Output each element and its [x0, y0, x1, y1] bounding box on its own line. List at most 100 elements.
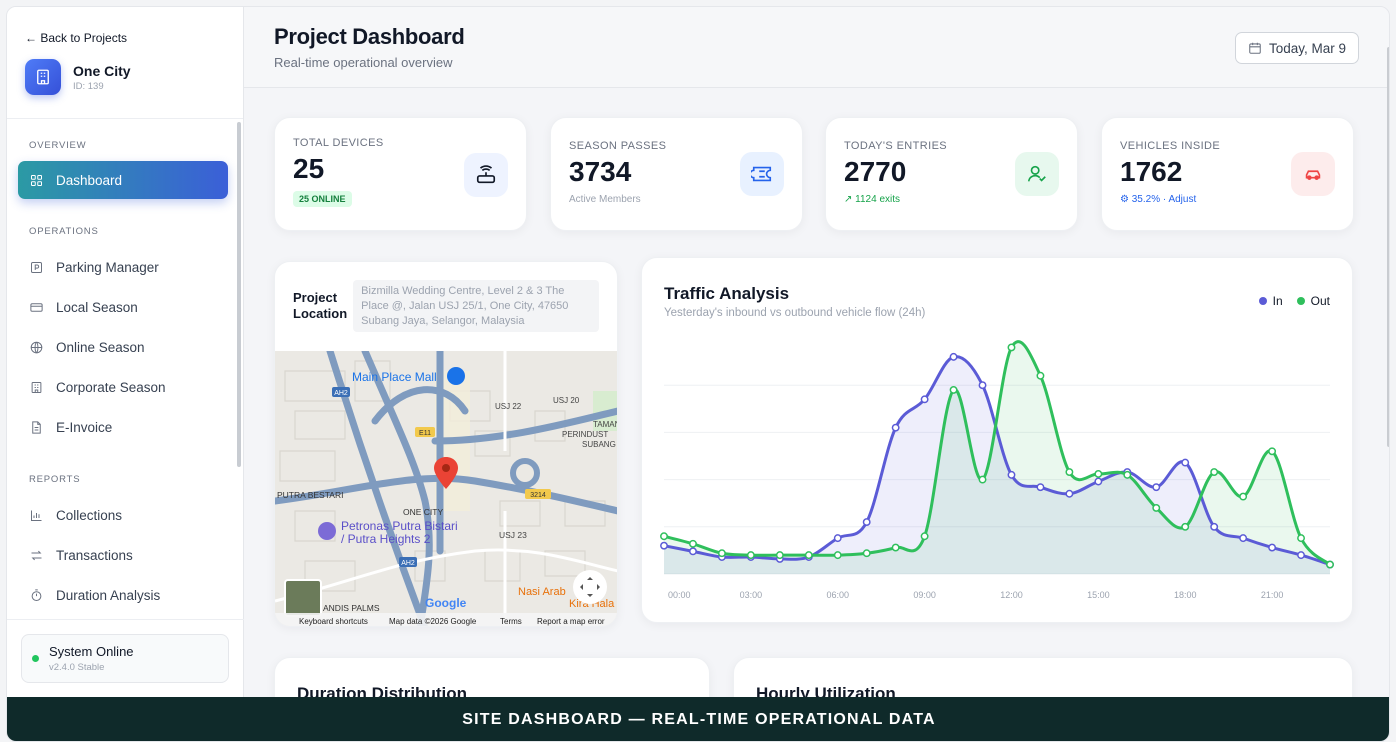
data-point-out[interactable] — [804, 551, 813, 560]
back-to-projects-link[interactable]: ← Back to Projects — [25, 31, 243, 45]
map-label-e11: E11 — [419, 430, 431, 437]
data-point-out[interactable] — [746, 551, 755, 560]
stat-card-total-devices: TOTAL DEVICES 25 25 ONLINE — [274, 117, 527, 231]
data-point-out[interactable] — [689, 539, 697, 548]
map-canvas: AH2 E11 3214 AH2 Main Place Mall USJ 22 … — [275, 351, 618, 626]
stopwatch-icon — [31, 588, 42, 601]
data-point-out[interactable] — [1210, 468, 1219, 476]
map-label-subang: SUBANG — [582, 440, 616, 449]
data-point-in[interactable] — [1065, 489, 1074, 498]
data-point-in[interactable] — [1297, 551, 1305, 560]
data-point-in[interactable] — [1094, 477, 1103, 486]
location-label: Project Location — [293, 290, 348, 321]
data-point-in[interactable] — [862, 518, 871, 527]
page-title: Project Dashboard — [274, 24, 465, 49]
sidebar-item-local-season[interactable]: Local Season — [18, 288, 228, 326]
sidebar-item-corporate-season[interactable]: Corporate Season — [18, 368, 228, 406]
map-label-perindust: PERINDUST — [562, 430, 608, 439]
card-icon — [30, 302, 43, 312]
sidebar-footer: System Online v2.4.0 Stable — [7, 619, 244, 697]
grid-icon — [31, 174, 42, 186]
page-scrollbar[interactable] — [1387, 47, 1389, 447]
data-point-out[interactable] — [1094, 469, 1103, 478]
sidebar-item-transactions[interactable]: Transactions — [18, 536, 228, 574]
data-point-out[interactable] — [1326, 560, 1334, 569]
sidebar-item-online-season[interactable]: Online Season — [18, 328, 228, 366]
stat-label: SEASON PASSES — [569, 140, 667, 152]
data-point-in[interactable] — [833, 534, 842, 543]
data-point-out[interactable] — [660, 532, 668, 541]
sidebar-item-parking-manager[interactable]: Parking Manager — [18, 248, 228, 286]
google-logo: Google — [425, 596, 467, 610]
data-point-in[interactable] — [1152, 483, 1161, 492]
data-point-in[interactable] — [1239, 534, 1248, 543]
data-point-in[interactable] — [1268, 543, 1277, 552]
data-point-out[interactable] — [1181, 522, 1190, 531]
map-label-nasi: Nasi Arab — [518, 586, 566, 598]
sidebar-item-label: Online Season — [56, 339, 145, 355]
map-data-credit: Map data ©2026 Google — [389, 617, 477, 626]
map-label-petronas-line2: / Putra Heights 2 — [341, 532, 431, 546]
project-name: One City — [73, 62, 131, 79]
data-point-out[interactable] — [1065, 468, 1074, 476]
sidebar-item-collections[interactable]: Collections — [18, 496, 228, 534]
data-point-in[interactable] — [689, 547, 697, 556]
section-reports: REPORTS — [29, 474, 81, 485]
location-header: Project Location Bizmilla Wedding Centre,… — [275, 262, 617, 351]
data-point-out[interactable] — [1297, 534, 1305, 543]
map-terms-link[interactable]: Terms — [500, 617, 522, 626]
system-status: System Online v2.4.0 Stable — [21, 634, 229, 683]
x-tick-label: 18:00 — [1174, 590, 1197, 600]
app-window: ← Back to Projects One City ID: 139 OVER… — [6, 6, 1390, 742]
status-badge: 25 ONLINE — [293, 191, 352, 207]
data-point-out[interactable] — [1007, 343, 1016, 352]
status-dot-icon — [32, 655, 39, 662]
data-point-out[interactable] — [920, 532, 929, 541]
map-label-palms: ANDIS PALMS — [323, 603, 380, 613]
data-point-out[interactable] — [1239, 492, 1248, 501]
sidebar-item-duration-analysis[interactable]: Duration Analysis — [18, 576, 228, 614]
data-point-out[interactable] — [978, 475, 987, 484]
date-picker-button[interactable]: Today, Mar 9 — [1234, 32, 1359, 64]
data-point-in[interactable] — [1036, 483, 1045, 492]
sidebar-item-dashboard[interactable]: Dashboard — [18, 161, 228, 199]
location-card: Project Location Bizmilla Wedding Centre,… — [274, 261, 618, 627]
data-point-out[interactable] — [862, 549, 871, 558]
map-keyboard-shortcuts[interactable]: Keyboard shortcuts — [299, 617, 368, 626]
sidebar-scrollbar[interactable] — [237, 122, 241, 467]
data-point-out[interactable] — [1123, 470, 1132, 479]
data-point-in[interactable] — [1007, 470, 1016, 479]
map-label-petronas-line1: Petronas Putra Bistari — [341, 519, 458, 533]
data-point-in[interactable] — [660, 541, 668, 550]
router-icon — [464, 153, 508, 197]
map-label-mall: Main Place Mall — [352, 370, 437, 384]
data-point-out[interactable] — [833, 551, 842, 560]
map-label-onecity: ONE CITY — [403, 507, 443, 517]
data-point-in[interactable] — [978, 381, 987, 390]
sidebar-item-label: Duration Analysis — [56, 587, 161, 603]
data-point-in[interactable] — [920, 395, 929, 404]
data-point-out[interactable] — [1152, 503, 1161, 512]
building-icon — [25, 59, 61, 95]
calendar-icon — [1249, 42, 1261, 54]
map-label-ah2-south: AH2 — [401, 560, 415, 567]
data-point-out[interactable] — [1036, 371, 1045, 380]
data-point-out[interactable] — [891, 543, 900, 552]
data-point-in[interactable] — [1181, 458, 1190, 467]
gear-icon: ⚙ — [1120, 194, 1132, 205]
sidebar-nav: OVERVIEW Dashboard OPERATIONS Parking Ma… — [7, 120, 244, 617]
data-point-out[interactable] — [949, 385, 958, 394]
map-report-link[interactable]: Report a map error — [537, 617, 605, 626]
data-point-in[interactable] — [1210, 522, 1219, 531]
document-icon — [32, 420, 41, 434]
data-point-in[interactable] — [949, 352, 958, 361]
map-label-usj20: USJ 20 — [553, 396, 580, 405]
data-point-out[interactable] — [1268, 447, 1277, 456]
status-version: v2.4.0 Stable — [49, 662, 105, 673]
map-label-taman: TAMAN — [593, 420, 618, 429]
sidebar-item-e-invoice[interactable]: E-Invoice — [18, 408, 228, 446]
map[interactable]: AH2 E11 3214 AH2 Main Place Mall USJ 22 … — [275, 351, 618, 626]
data-point-in[interactable] — [891, 423, 900, 432]
data-point-out[interactable] — [775, 551, 784, 560]
data-point-out[interactable] — [717, 549, 726, 558]
